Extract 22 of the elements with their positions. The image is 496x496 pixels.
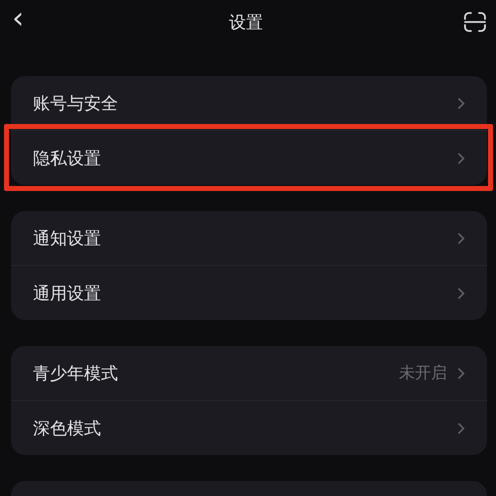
row-label: 隐私设置 bbox=[33, 148, 101, 170]
settings-row[interactable]: 隐私设置 bbox=[11, 130, 487, 185]
row-value: 未开启 bbox=[399, 362, 447, 384]
chevron-icon bbox=[457, 422, 465, 434]
chevron-icon bbox=[457, 152, 465, 164]
settings-row[interactable]: 通知设置 bbox=[11, 211, 487, 265]
settings-row[interactable]: 深色模式 bbox=[11, 400, 487, 455]
chevron-icon bbox=[457, 286, 465, 300]
page-title: 设置 bbox=[229, 12, 263, 34]
back-button[interactable]: ‹ bbox=[8, 4, 28, 40]
chevron-icon bbox=[457, 232, 465, 244]
settings-row[interactable]: 账号与安全 bbox=[11, 76, 487, 130]
row-label: 账号与安全 bbox=[33, 92, 118, 114]
chevron-icon bbox=[457, 96, 465, 110]
chevron-icon bbox=[457, 366, 465, 380]
settings-row[interactable]: 通用设置 bbox=[11, 265, 487, 320]
row-label: 通知设置 bbox=[33, 228, 101, 250]
settings-row[interactable]: 青少年模式 未开启 bbox=[11, 346, 487, 400]
row-label: 通用设置 bbox=[33, 282, 101, 304]
row-label: 深色模式 bbox=[33, 418, 101, 440]
scan-icon[interactable] bbox=[464, 12, 486, 32]
row-label: 青少年模式 bbox=[33, 362, 118, 384]
